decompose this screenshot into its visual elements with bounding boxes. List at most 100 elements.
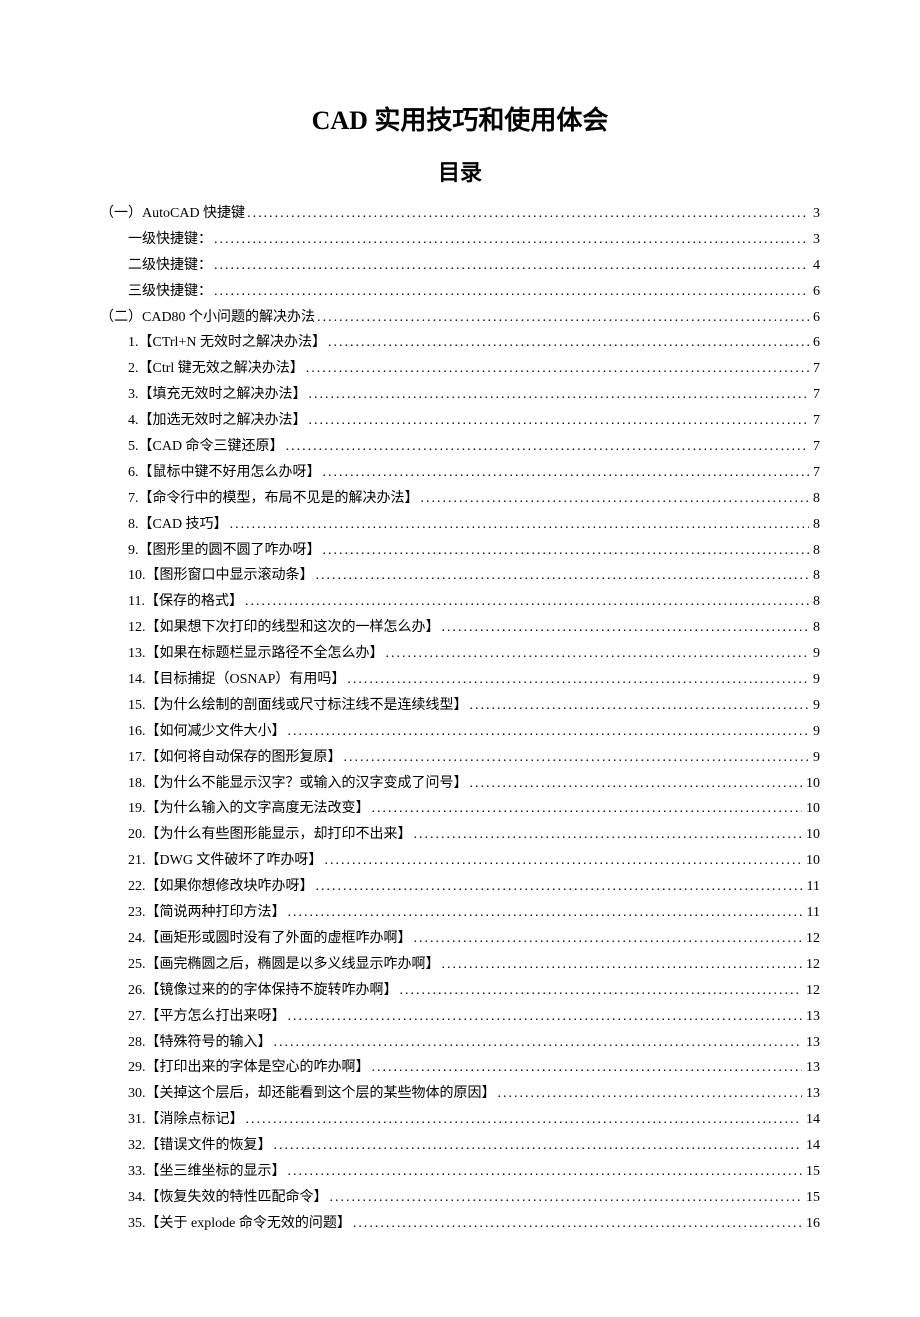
toc-entry[interactable]: 19.【为什么输入的文字高度无法改变】 10: [100, 796, 820, 822]
toc-entry[interactable]: 三级快捷键：6: [100, 279, 820, 305]
toc-entry-page: 8: [811, 615, 820, 641]
toc-entry[interactable]: 13.【如果在标题栏显示路径不全怎么办】9: [100, 641, 820, 667]
toc-entry[interactable]: 14.【目标捕捉（OSNAP）有用吗】 9: [100, 667, 820, 693]
toc-entry[interactable]: 一级快捷键：3: [100, 227, 820, 253]
toc-entry[interactable]: 10.【图形窗口中显示滚动条】8: [100, 563, 820, 589]
toc-entry[interactable]: 30.【关掉这个层后，却还能看到这个层的某些物体的原因】13: [100, 1081, 820, 1107]
toc-entry[interactable]: 24.【画矩形或圆时没有了外面的虚框咋办啊】 12: [100, 926, 820, 952]
toc-dot-leader: [316, 563, 810, 589]
toc-dot-leader: [323, 538, 810, 564]
toc-entry-page: 7: [811, 382, 820, 408]
toc-entry-label: 34.【恢复失效的特性匹配命令】: [128, 1185, 328, 1211]
toc-entry[interactable]: 28.【特殊符号的输入】 13: [100, 1030, 820, 1056]
toc-entry-page: 9: [811, 719, 820, 745]
toc-entry-page: 12: [804, 952, 820, 978]
toc-dot-leader: [498, 1081, 803, 1107]
toc-entry[interactable]: 35.【关于 explode 命令无效的问题】16: [100, 1211, 820, 1237]
toc-entry[interactable]: 34.【恢复失效的特性匹配命令】 15: [100, 1185, 820, 1211]
toc-entry-page: 8: [811, 512, 820, 538]
toc-dot-leader: [247, 201, 809, 227]
toc-entry-label: 21.【DWG 文件破坏了咋办呀】: [128, 848, 322, 874]
toc-entry-label: 14.【目标捕捉（OSNAP）有用吗】: [128, 667, 345, 693]
toc-entry-label: 32.【错误文件的恢复】: [128, 1133, 272, 1159]
toc-entry[interactable]: 11.【保存的格式】8: [100, 589, 820, 615]
toc-entry-label: 19.【为什么输入的文字高度无法改变】: [128, 796, 370, 822]
toc-entry-label: 17.【如何将自动保存的图形复原】: [128, 745, 342, 771]
toc-entry-label: 31.【消除点标记】: [128, 1107, 244, 1133]
toc-entry[interactable]: 6.【鼠标中键不好用怎么办呀】 7: [100, 460, 820, 486]
toc-entry-page: 10: [804, 796, 820, 822]
toc-entry-page: 15: [804, 1159, 820, 1185]
toc-entry[interactable]: 3.【填充无效时之解决办法】7: [100, 382, 820, 408]
toc-entry-label: 35.【关于 explode 命令无效的问题】: [128, 1211, 351, 1237]
toc-entry-page: 3: [811, 227, 820, 253]
toc-entry-label: 15.【为什么绘制的剖面线或尺寸标注线不是连续线型】: [128, 693, 468, 719]
toc-dot-leader: [306, 356, 809, 382]
toc-entry[interactable]: 5.【CAD 命令三键还原】7: [100, 434, 820, 460]
toc-entry[interactable]: 二级快捷键：4: [100, 253, 820, 279]
toc-entry[interactable]: 32.【错误文件的恢复】14: [100, 1133, 820, 1159]
toc-dot-leader: [400, 978, 803, 1004]
toc-entry-page: 9: [811, 667, 820, 693]
toc-entry-label: 11.【保存的格式】: [128, 589, 243, 615]
toc-entry[interactable]: （一）AutoCAD 快捷键3: [100, 201, 820, 227]
toc-entry-label: 10.【图形窗口中显示滚动条】: [128, 563, 314, 589]
toc-entry-page: 14: [804, 1107, 820, 1133]
toc-entry-label: 27.【平方怎么打出来呀】: [128, 1004, 286, 1030]
toc-entry[interactable]: （二）CAD80 个小问题的解决办法6: [100, 305, 820, 331]
toc-entry[interactable]: 31.【消除点标记】 14: [100, 1107, 820, 1133]
toc-entry[interactable]: 2.【Ctrl 键无效之解决办法】7: [100, 356, 820, 382]
toc-entry[interactable]: 16.【如何减少文件大小】 9: [100, 719, 820, 745]
toc-entry-page: 10: [804, 848, 820, 874]
toc-entry-label: 16.【如何减少文件大小】: [128, 719, 286, 745]
document-title: CAD 实用技巧和使用体会: [100, 100, 820, 137]
toc-entry-page: 12: [804, 926, 820, 952]
toc-entry-page: 6: [811, 305, 820, 331]
toc-entry-page: 12: [804, 978, 820, 1004]
toc-entry[interactable]: 27.【平方怎么打出来呀】13: [100, 1004, 820, 1030]
toc-dot-leader: [246, 1107, 803, 1133]
toc-dot-leader: [288, 900, 803, 926]
toc-dot-leader: [421, 486, 810, 512]
toc-entry[interactable]: 17.【如何将自动保存的图形复原】9: [100, 745, 820, 771]
toc-dot-leader: [214, 253, 809, 279]
toc-entry[interactable]: 7.【命令行中的模型，布局不见是的解决办法】8: [100, 486, 820, 512]
toc-entry[interactable]: 33.【坐三维坐标的显示】 15: [100, 1159, 820, 1185]
toc-entry-label: 二级快捷键：: [128, 253, 212, 279]
toc-entry-page: 10: [804, 771, 820, 797]
toc-entry[interactable]: 12.【如果想下次打印的线型和这次的一样怎么办】 8: [100, 615, 820, 641]
toc-entry-label: 8.【CAD 技巧】: [128, 512, 228, 538]
toc-entry-page: 7: [811, 460, 820, 486]
toc-entry[interactable]: 21.【DWG 文件破坏了咋办呀】 10: [100, 848, 820, 874]
toc-entry[interactable]: 15.【为什么绘制的剖面线或尺寸标注线不是连续线型】9: [100, 693, 820, 719]
toc-entry[interactable]: 4.【加选无效时之解决办法】7: [100, 408, 820, 434]
toc-entry[interactable]: 8.【CAD 技巧】 8: [100, 512, 820, 538]
toc-entry-page: 3: [811, 201, 820, 227]
toc-entry-label: 33.【坐三维坐标的显示】: [128, 1159, 286, 1185]
toc-entry[interactable]: 22.【如果你想修改块咋办呀】11: [100, 874, 820, 900]
toc-entry[interactable]: 26.【镜像过来的的字体保持不旋转咋办啊】12: [100, 978, 820, 1004]
toc-entry[interactable]: 20.【为什么有些图形能显示，却打印不出来】10: [100, 822, 820, 848]
toc-entry-label: 23.【简说两种打印方法】: [128, 900, 286, 926]
toc-entry[interactable]: 1.【CTrl+N 无效时之解决办法】6: [100, 330, 820, 356]
toc-dot-leader: [214, 227, 809, 253]
toc-entry[interactable]: 18.【为什么不能显示汉字？或输入的汉字变成了问号】10: [100, 771, 820, 797]
toc-dot-leader: [470, 771, 803, 797]
toc-entry[interactable]: 23.【简说两种打印方法】11: [100, 900, 820, 926]
toc-entry-page: 7: [811, 356, 820, 382]
toc-entry-label: 20.【为什么有些图形能显示，却打印不出来】: [128, 822, 412, 848]
toc-dot-leader: [274, 1133, 803, 1159]
toc-entry[interactable]: 25.【画完椭圆之后，椭圆是以多义线显示咋办啊】12: [100, 952, 820, 978]
toc-entry[interactable]: 9.【图形里的圆不圆了咋办呀】8: [100, 538, 820, 564]
toc-entry-label: 12.【如果想下次打印的线型和这次的一样怎么办】: [128, 615, 440, 641]
toc-container: （一）AutoCAD 快捷键3一级快捷键：3二级快捷键：4三级快捷键：6（二）C…: [100, 201, 820, 1237]
toc-entry-page: 15: [804, 1185, 820, 1211]
toc-entry-page: 13: [804, 1030, 820, 1056]
toc-entry[interactable]: 29.【打印出来的字体是空心的咋办啊】13: [100, 1055, 820, 1081]
toc-entry-label: 4.【加选无效时之解决办法】: [128, 408, 307, 434]
toc-entry-label: 24.【画矩形或圆时没有了外面的虚框咋办啊】: [128, 926, 412, 952]
toc-entry-label: 6.【鼠标中键不好用怎么办呀】: [128, 460, 321, 486]
toc-entry-label: 28.【特殊符号的输入】: [128, 1030, 272, 1056]
toc-dot-leader: [344, 745, 810, 771]
toc-dot-leader: [372, 1055, 803, 1081]
